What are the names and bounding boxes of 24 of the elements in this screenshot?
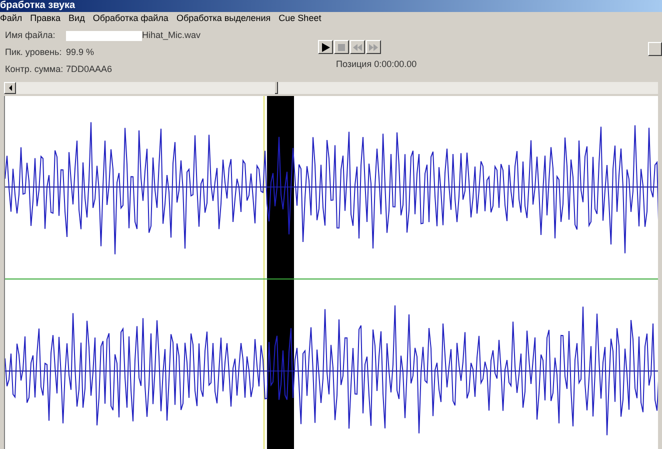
play-icon — [322, 42, 330, 52]
scrollbar[interactable] — [4, 82, 658, 94]
side-button[interactable] — [648, 42, 662, 56]
scroll-left-button[interactable] — [4, 82, 16, 94]
scroll-thumb[interactable] — [275, 82, 278, 94]
menu-item[interactable]: Вид — [68, 14, 85, 23]
menu-item[interactable]: Файл — [0, 14, 22, 23]
rewind-icon — [353, 44, 362, 50]
field-label: Пик. уровень: — [5, 46, 63, 60]
field-value: 7DD0AAA6 — [66, 63, 112, 76]
stop-icon — [338, 44, 345, 50]
menu-item[interactable]: Обработка выделения — [176, 14, 271, 23]
field-value: 99.9 % — [66, 46, 94, 60]
window-title: бработка звука — [0, 1, 76, 11]
fast-forward-icon — [369, 44, 378, 50]
menu-item[interactable]: Cue Sheet — [278, 14, 322, 23]
menu-item[interactable]: Правка — [30, 14, 61, 23]
menu-item[interactable]: Обработка файла — [92, 14, 168, 23]
field-label: Контр. сумма: — [5, 63, 64, 76]
field-value: Hihat_Mic.wav — [142, 29, 201, 42]
play-button[interactable] — [318, 40, 333, 54]
position-readout: Позиция 0:00:00.00 — [336, 58, 417, 71]
field-label: Имя файла: — [5, 29, 56, 42]
left-arrow-icon — [8, 85, 12, 91]
